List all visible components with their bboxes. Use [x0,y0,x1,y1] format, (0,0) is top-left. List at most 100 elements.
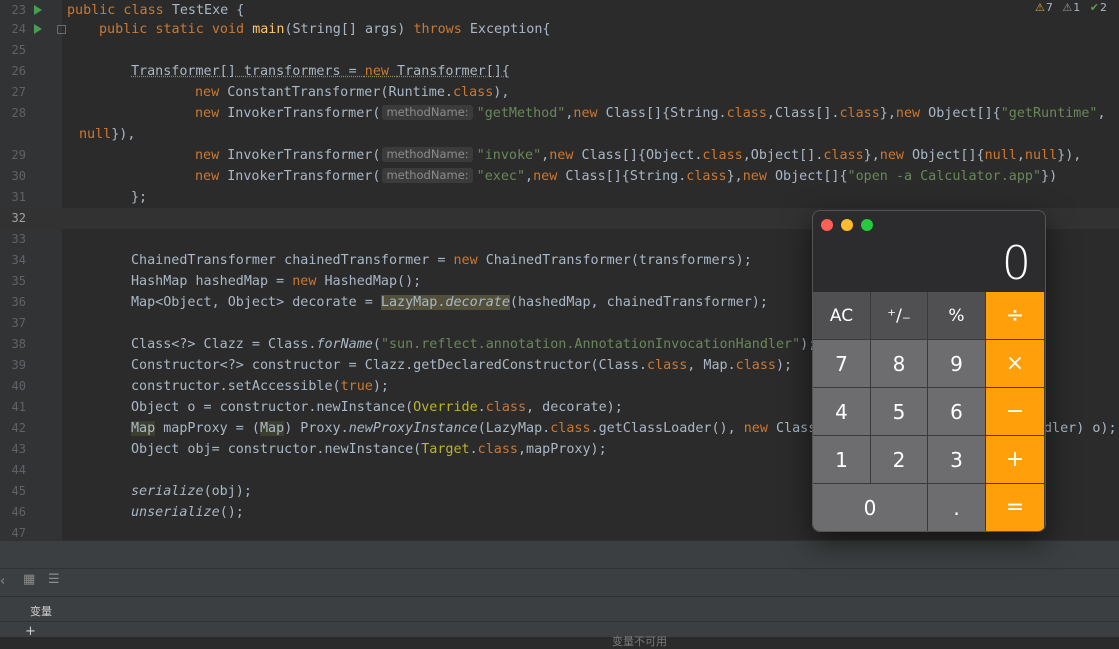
code-text: }) [1041,169,1058,184]
eight-button[interactable]: 8 [871,340,928,388]
close-button[interactable] [821,219,833,231]
line-number: 36 [11,295,26,309]
annotation-name: Override [413,400,478,415]
line-number: 23 [11,3,26,17]
fold-icon[interactable] [57,25,66,34]
run-icon[interactable] [34,5,42,15]
code-text: .getClassLoader(), [590,421,744,436]
code-line[interactable]: 25 [0,40,1119,61]
run-icon[interactable] [34,24,42,34]
code-line[interactable]: 23 public class TestExe { [0,0,1119,21]
keyword: new [573,106,606,121]
equals-button[interactable]: = [986,484,1045,531]
parameter-hint: methodName: [382,147,473,162]
keyword: new [195,85,228,100]
code-text: ,Class[]. [766,106,840,121]
code-text: ); [775,358,793,373]
line-number: 44 [11,463,26,477]
code-text: Transformer[]{ [397,64,510,79]
parameter-hint: methodName: [382,105,473,120]
keyword: new [895,106,929,121]
keyword: new [743,421,776,436]
percent-button[interactable]: % [928,292,986,340]
static-method: serialize [131,484,204,499]
code-text: }), [1057,148,1082,163]
keyword: new [453,253,486,268]
code-line[interactable]: 27 new ConstantTransformer(Runtime.class… [0,82,1119,103]
multiply-button[interactable]: × [986,340,1045,388]
code-line[interactable]: 26 Transformer[] transformers = new Tran… [0,61,1119,82]
code-text: , [541,148,550,163]
variables-tab[interactable]: 变量 [30,603,52,619]
keyword: true [340,379,373,394]
one-button[interactable]: 1 [813,436,871,484]
line-number: 42 [11,421,26,435]
keyword: new [533,169,566,184]
plus-button[interactable]: + [986,436,1045,484]
table-view-icon[interactable]: ▦ [23,572,35,587]
keyword: class [735,358,776,373]
keyword: class [726,106,767,121]
code-line[interactable]: 28 new InvokerTransformer(methodName: "ge… [0,103,1119,124]
code-text: , decorate); [526,400,623,415]
five-button[interactable]: 5 [871,388,928,436]
minimize-button[interactable] [841,219,853,231]
code-text: InvokerTransformer( [227,106,381,121]
code-text: . [469,442,478,457]
code-text: InvokerTransformer( [227,169,381,184]
code-text: Object o = constructor.newInstance( [131,400,414,415]
two-button[interactable]: 2 [871,436,928,484]
code-text: Object[]{ [774,169,848,184]
decimal-button[interactable]: . [928,484,986,531]
code-text: InvokerTransformer( [227,148,381,163]
divide-button[interactable]: ÷ [986,292,1045,340]
keyword: class [452,85,494,100]
code-text: Object[]{ [912,148,985,163]
keyword: class [839,106,880,121]
seven-button[interactable]: 7 [813,340,871,388]
keyword: class [477,442,518,457]
code-text: (String[] args) [284,22,414,37]
keyword: class [550,421,591,436]
keyword: public class [67,3,172,18]
code-text: HashedMap(); [324,274,422,289]
static-method: decorate [445,295,510,310]
calculator-window[interactable]: 0 AC ⁺∕₋% ÷ 7 8 9 × 4 5 6− 1 2 3 +0. = [812,210,1046,532]
code-line[interactable]: 30 new InvokerTransformer(methodName: "ex… [0,166,1119,187]
code-text: ,Object[]. [742,148,824,163]
code-line[interactable]: 24 public static void main(String[] args… [0,19,1119,40]
keyword: new [195,148,228,163]
six-button[interactable]: 6 [928,388,986,436]
keyword: throws [413,22,470,37]
calculator-display: 0 [1001,236,1031,290]
class-name: TestExe { [171,3,245,18]
layout-icon[interactable]: ☰ [48,572,60,587]
nine-button[interactable]: 9 [928,340,986,388]
parameter-hint: methodName: [382,168,473,183]
code-text: (); [219,505,244,520]
line-number: 33 [11,232,26,246]
line-number: 24 [11,22,26,36]
line-number: 35 [11,274,26,288]
three-button[interactable]: 3 [928,436,986,484]
code-line[interactable]: null}), [0,124,1119,145]
zoom-button[interactable] [861,219,873,231]
four-button[interactable]: 4 [813,388,871,436]
minus-button[interactable]: − [986,388,1045,436]
code-line[interactable]: 31 }; [0,187,1119,208]
annotation-name: Target [421,442,470,457]
code-text: }, [726,169,743,184]
zero-button[interactable]: 0 [813,484,928,531]
keyword: null [1024,148,1058,163]
all-clear-button[interactable]: AC [813,292,871,340]
static-method: newProxyInstance [348,421,478,436]
sign-toggle-button[interactable]: ⁺∕₋ [871,292,928,340]
static-method: unserialize [131,505,220,520]
string-literal: "open -a Calculator.app" [847,169,1042,184]
code-text: Transformer[] transformers = [131,64,365,79]
keyword: new [364,64,398,79]
collapse-icon[interactable]: ‹ [0,574,5,589]
line-number: 43 [11,442,26,456]
code-line[interactable]: 29 new InvokerTransformer(methodName: "in… [0,145,1119,166]
code-text: (obj); [203,484,252,499]
